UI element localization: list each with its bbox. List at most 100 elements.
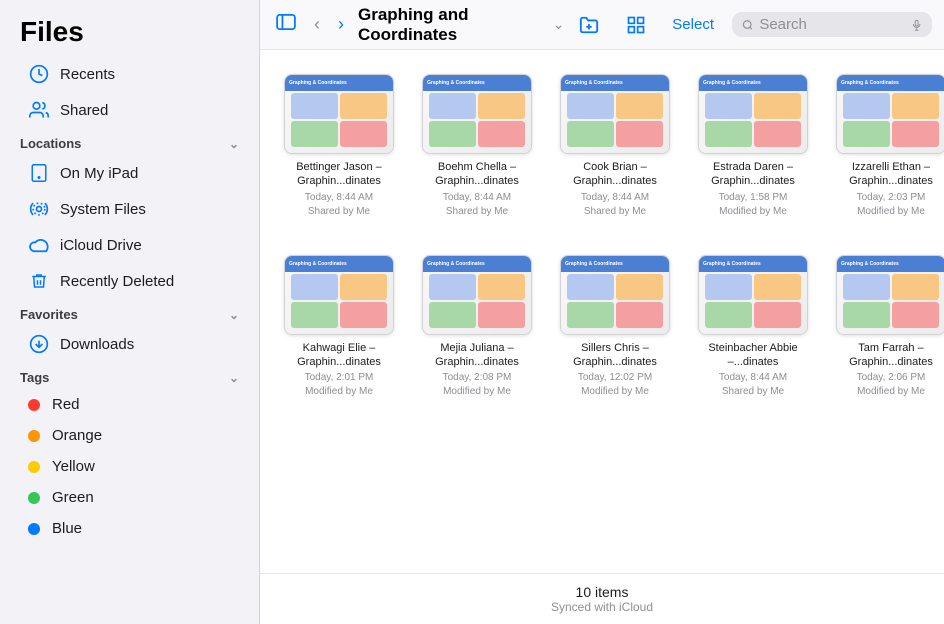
toolbar: ‹ › Graphing and Coordinates ⌄: [260, 0, 944, 50]
sidebar-item-tag-blue[interactable]: Blue: [8, 513, 251, 544]
file-date: Today, 8:44 AM: [719, 371, 787, 385]
back-button[interactable]: ‹: [306, 10, 328, 39]
forward-button[interactable]: ›: [330, 10, 352, 39]
file-name: Cook Brian – Graphin...dinates: [560, 160, 670, 189]
file-date: Today, 8:44 AM: [581, 191, 649, 205]
new-folder-button[interactable]: [570, 11, 608, 39]
red-label: Red: [52, 396, 80, 413]
file-item[interactable]: Graphing & Coordinates Kahwagi Elie – Gr…: [280, 247, 398, 408]
file-date: Today, 2:08 PM: [443, 371, 512, 385]
grid-view-button[interactable]: [618, 11, 654, 39]
downloads-label: Downloads: [60, 336, 134, 353]
file-name: Sillers Chris – Graphin...dinates: [560, 341, 670, 370]
file-thumbnail: Graphing & Coordinates: [836, 255, 944, 335]
doc-header: Graphing & Coordinates: [561, 256, 669, 272]
file-name: Steinbacher Abbie –...dinates: [698, 341, 808, 370]
file-shared-status: Modified by Me: [719, 205, 787, 219]
doc-header: Graphing & Coordinates: [285, 256, 393, 272]
tags-section: Tags ⌄: [0, 362, 259, 389]
file-thumbnail: Graphing & Coordinates: [698, 255, 808, 335]
yellow-label: Yellow: [52, 458, 95, 475]
locations-section: Locations ⌄: [0, 128, 259, 155]
search-input[interactable]: [759, 16, 904, 33]
yellow-dot: [28, 461, 40, 473]
file-shared-status: Modified by Me: [581, 385, 649, 399]
file-item[interactable]: Graphing & Coordinates Mejia Juliana – G…: [418, 247, 536, 408]
file-thumbnail: Graphing & Coordinates: [422, 255, 532, 335]
sidebar-item-tag-red[interactable]: Red: [8, 389, 251, 420]
sidebar-item-recently-deleted[interactable]: Recently Deleted: [8, 263, 251, 299]
system-files-label: System Files: [60, 201, 146, 218]
folder-chevron-icon: ⌄: [553, 16, 565, 33]
file-item[interactable]: Graphing & Coordinates Bettinger Jason –…: [280, 66, 398, 227]
search-bar: [732, 12, 932, 37]
clock-icon: [28, 63, 50, 85]
file-name: Izzarelli Ethan – Graphin...dinates: [836, 160, 944, 189]
green-label: Green: [52, 489, 94, 506]
doc-header: Graphing & Coordinates: [837, 256, 944, 272]
status-bar: 10 items Synced with iCloud: [260, 573, 944, 624]
file-item[interactable]: Graphing & Coordinates Izzarelli Ethan –…: [832, 66, 944, 227]
sidebar-item-tag-yellow[interactable]: Yellow: [8, 451, 251, 482]
tags-chevron-icon: ⌄: [229, 371, 239, 385]
sidebar-toggle-button[interactable]: [272, 10, 300, 39]
file-grid-wrapper: Graphing & Coordinates Bettinger Jason –…: [260, 50, 944, 573]
file-thumbnail: Graphing & Coordinates: [284, 255, 394, 335]
file-name: Estrada Daren – Graphin...dinates: [698, 160, 808, 189]
file-shared-status: Shared by Me: [446, 205, 508, 219]
file-thumbnail: Graphing & Coordinates: [560, 74, 670, 154]
file-shared-status: Modified by Me: [857, 205, 925, 219]
sidebar-item-on-my-ipad[interactable]: On My iPad: [8, 155, 251, 191]
select-button[interactable]: Select: [664, 12, 722, 37]
file-item[interactable]: Graphing & Coordinates Estrada Daren – G…: [694, 66, 812, 227]
file-item[interactable]: Graphing & Coordinates Boehm Chella – Gr…: [418, 66, 536, 227]
ipad-icon: [28, 162, 50, 184]
on-my-ipad-label: On My iPad: [60, 165, 138, 182]
sidebar: Files Recents Shared Locations ⌄: [0, 0, 260, 624]
microphone-icon[interactable]: [911, 18, 922, 32]
doc-header: Graphing & Coordinates: [699, 256, 807, 272]
file-name: Bettinger Jason – Graphin...dinates: [284, 160, 394, 189]
green-dot: [28, 492, 40, 504]
search-icon: [742, 18, 753, 32]
breadcrumb-nav: ‹ ›: [306, 10, 352, 39]
recently-deleted-label: Recently Deleted: [60, 273, 174, 290]
sidebar-item-system-files[interactable]: System Files: [8, 191, 251, 227]
sidebar-item-shared[interactable]: Shared: [8, 92, 251, 128]
doc-header: Graphing & Coordinates: [561, 75, 669, 91]
file-date: Today, 12:02 PM: [578, 371, 652, 385]
file-thumbnail: Graphing & Coordinates: [560, 255, 670, 335]
sidebar-item-recents[interactable]: Recents: [8, 56, 251, 92]
file-name: Tam Farrah – Graphin...dinates: [836, 341, 944, 370]
file-item[interactable]: Graphing & Coordinates Tam Farrah – Grap…: [832, 247, 944, 408]
sidebar-item-downloads[interactable]: Downloads: [8, 326, 251, 362]
main-panel: ‹ › Graphing and Coordinates ⌄: [260, 0, 944, 624]
doc-header: Graphing & Coordinates: [837, 75, 944, 91]
file-item[interactable]: Graphing & Coordinates Cook Brian – Grap…: [556, 66, 674, 227]
orange-dot: [28, 430, 40, 442]
blue-dot: [28, 523, 40, 535]
file-shared-status: Shared by Me: [722, 385, 784, 399]
folder-title: Graphing and Coordinates: [358, 5, 547, 45]
file-item[interactable]: Graphing & Coordinates Steinbacher Abbie…: [694, 247, 812, 408]
sync-status: Synced with iCloud: [270, 600, 934, 614]
file-shared-status: Modified by Me: [305, 385, 373, 399]
file-item[interactable]: Graphing & Coordinates Sillers Chris – G…: [556, 247, 674, 408]
person-2-icon: [28, 99, 50, 121]
cloud-icon: [28, 234, 50, 256]
file-name: Kahwagi Elie – Graphin...dinates: [284, 341, 394, 370]
file-date: Today, 8:44 AM: [443, 191, 511, 205]
file-date: Today, 1:58 PM: [719, 191, 788, 205]
file-thumbnail: Graphing & Coordinates: [422, 74, 532, 154]
file-date: Today, 8:44 AM: [305, 191, 373, 205]
red-dot: [28, 399, 40, 411]
sidebar-item-tag-orange[interactable]: Orange: [8, 420, 251, 451]
item-count: 10 items: [270, 584, 934, 600]
locations-chevron-icon: ⌄: [229, 137, 239, 151]
file-date: Today, 2:03 PM: [857, 191, 926, 205]
sidebar-item-tag-green[interactable]: Green: [8, 482, 251, 513]
sidebar-item-icloud-drive[interactable]: iCloud Drive: [8, 227, 251, 263]
blue-label: Blue: [52, 520, 82, 537]
doc-header: Graphing & Coordinates: [423, 75, 531, 91]
doc-header: Graphing & Coordinates: [699, 75, 807, 91]
